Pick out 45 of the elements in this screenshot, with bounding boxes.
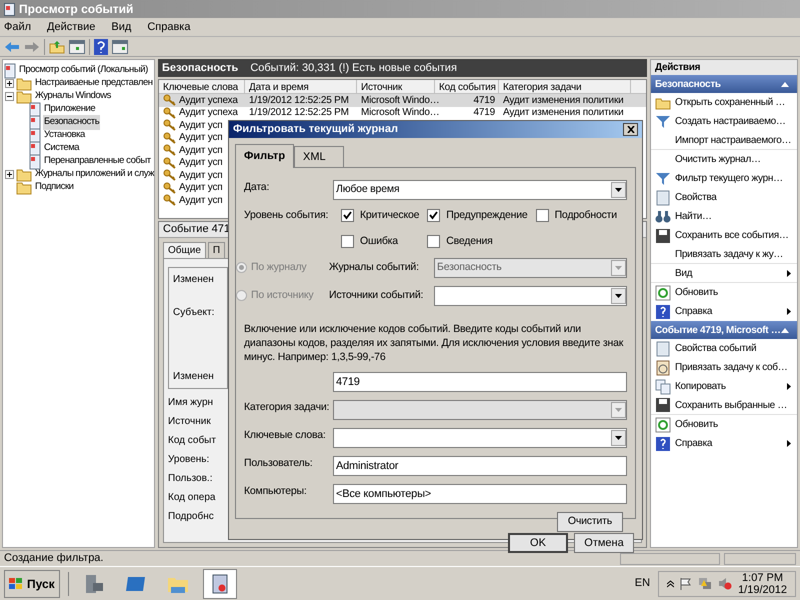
table-cell-text: Аудит успеха — [179, 94, 238, 108]
section-title: Событие 4719, Microsoft … — [655, 324, 781, 338]
field-label: Уровень: — [168, 453, 210, 465]
table-cell-text: Аудит усп — [179, 131, 223, 146]
field-label: Подробнс — [168, 510, 214, 522]
table-cell-text: Аудит изменения политики — [503, 94, 624, 108]
table-cell-text: 1/19/2012 12:52:25 PM — [249, 94, 349, 108]
status-text: Создание фильтра. — [4, 551, 104, 566]
field-label: Пользователь: — [244, 456, 314, 470]
section-title: Безопасность — [655, 78, 721, 92]
window-title: Просмотр событий — [19, 1, 134, 18]
field-label: Код опера — [168, 491, 216, 503]
field-label: Источник — [168, 415, 211, 427]
description-line: Изменен — [173, 273, 214, 287]
table-cell-text: Аудит усп — [179, 118, 223, 133]
log-title: Безопасность — [162, 60, 238, 76]
field-label: Уровень события: — [244, 208, 329, 223]
table-cell-text: Microsoft Windo… — [361, 106, 440, 120]
description-line: Субъект: — [173, 306, 214, 320]
event-title: Событие 471 — [163, 222, 230, 238]
field-label: Пользов.: — [168, 472, 212, 484]
table-cell-text: 1/19/2012 12:52:25 PM — [249, 106, 349, 120]
event-ids-hint: Включение или исключение кодов событий. Введите коды событий или диапазоны кодов, разделяя их запятыми. Для исключения условия введите знак минус. Например: 1,3,5-99,-76 — [244, 322, 624, 364]
table-cell-text: Аудит усп — [179, 168, 223, 183]
field-label: Код событ — [168, 434, 216, 446]
log-info: Событий: 30,331 (!) Есть новые события — [250, 60, 457, 76]
dialog-title: Фильтровать текущий журнал — [233, 122, 398, 137]
actions-title: Действия — [651, 60, 797, 75]
field-label: Источники событий: — [329, 288, 424, 303]
field-label: Дата: — [244, 180, 270, 195]
description-line: Изменен — [173, 370, 214, 384]
field-label: Имя журн — [168, 396, 214, 408]
table-cell-text: Аудит усп — [179, 144, 223, 158]
table-cell-text: Аудит усп — [179, 156, 223, 170]
field-label: Ключевые слова: — [244, 428, 327, 442]
table-cell-text: Аудит успеха — [179, 106, 238, 120]
field-label: Журналы событий: — [329, 260, 420, 275]
table-cell-text: 4719 — [474, 94, 495, 108]
table-cell-text: Аудит усп — [179, 194, 223, 208]
field-label: Категория задачи: — [244, 400, 329, 414]
table-cell-text: 4719 — [474, 106, 495, 120]
table-cell-text: Аудит усп — [179, 181, 223, 196]
table-cell-text: Microsoft Windo… — [361, 94, 440, 108]
table-cell-text: Аудит изменения политики — [503, 106, 624, 120]
field-label: Компьютеры: — [244, 484, 308, 498]
